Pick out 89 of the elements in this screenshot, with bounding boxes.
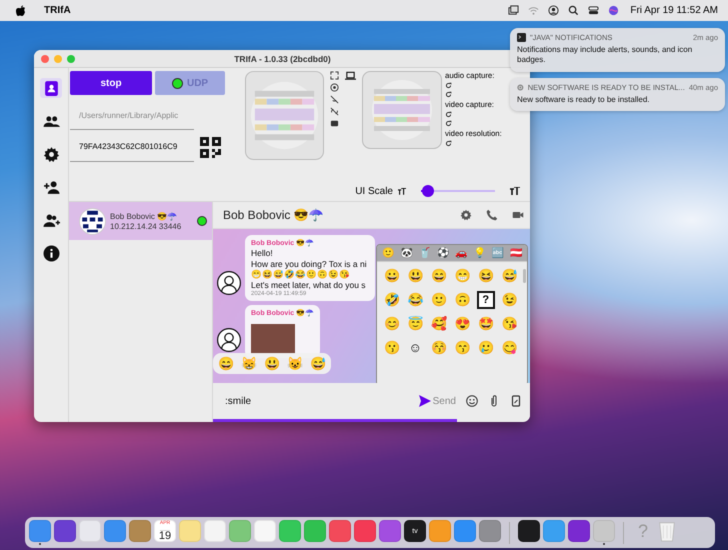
message-text: 😁😆😅🤣😂🙂🙃😉😘	[251, 269, 351, 280]
emoji-category-tab[interactable]: 🥤	[418, 247, 431, 259]
emoji-option[interactable]: 😗	[384, 339, 400, 357]
emoji-option[interactable]: ☺	[408, 339, 422, 357]
contact-address: 10.212.14.24 33446	[110, 222, 182, 230]
window-title: TRIfA - 1.0.33 (2bcdbd0)	[233, 54, 332, 64]
stop-button[interactable]: stop	[70, 71, 152, 95]
profile-icon	[42, 80, 60, 96]
photo-placeholder	[251, 324, 295, 354]
small-text-size-icon	[398, 188, 406, 194]
qr-code-icon[interactable]	[200, 136, 221, 158]
emoji-option[interactable]: 🙂	[430, 291, 447, 309]
phone-icon[interactable]	[486, 209, 498, 221]
video-camera-icon[interactable]	[512, 209, 524, 221]
app-menu-title[interactable]: TRIfA	[44, 5, 71, 16]
gear-icon	[517, 82, 524, 92]
settings-icon	[42, 146, 60, 162]
message-text: How are you doing? Tox is a ni	[251, 258, 368, 270]
message-text: Let's meet later, what do you s	[251, 280, 367, 290]
emoji-option[interactable]: 😘	[501, 315, 518, 333]
emoji-option[interactable]: 🥰	[430, 315, 447, 333]
emoji-category-tab[interactable]: 🐼	[400, 247, 412, 259]
windows-icon[interactable]	[508, 5, 520, 16]
message-text: Hello!	[251, 248, 274, 259]
emoji-option[interactable]: 😍	[454, 315, 470, 333]
emoji-option[interactable]: 🤩	[478, 315, 494, 333]
fullscreen-icon[interactable]	[330, 71, 339, 80]
app-icon[interactable]	[568, 520, 590, 542]
menu-bar-clock[interactable]: Fri Apr 19 11:52 AM	[630, 5, 718, 16]
emoji-option[interactable]: 😊	[384, 315, 400, 333]
app-icon[interactable]	[518, 520, 540, 542]
tox-id-field[interactable]: 79FA42343C62C801016C9	[70, 132, 194, 162]
nav-tab[interactable]	[40, 78, 62, 98]
emoji-category-tab[interactable]: 🙂	[382, 247, 394, 259]
apple-icon[interactable]	[16, 4, 26, 16]
app-icon[interactable]	[54, 520, 76, 542]
ui-scale-label: UI Scale	[355, 186, 393, 196]
contact-list-item[interactable]: Bob Bobovic 😎☂ 10.212.14.24 33446	[69, 202, 212, 240]
refresh-icon[interactable]	[445, 140, 452, 147]
emoji-category-tab[interactable]: 🇦🇹	[510, 247, 522, 259]
search-icon[interactable]	[568, 5, 580, 16]
emoji-option[interactable]: 😁	[454, 267, 470, 285]
help-icon[interactable]: ?	[632, 520, 654, 542]
emoji-option[interactable]: 😄	[430, 267, 447, 285]
emoji-category-tab[interactable]: 💡	[473, 247, 486, 259]
add-group-icon	[42, 212, 60, 228]
emoji-option[interactable]: 😃	[407, 267, 424, 285]
file-icon[interactable]	[510, 395, 522, 407]
emoji-option[interactable]: 😋	[501, 339, 518, 357]
emoji-option[interactable]: 😅	[501, 267, 518, 285]
avatar-silhouette	[217, 328, 241, 352]
emoji-suggestion[interactable]: 😸	[241, 356, 257, 371]
emoji-option[interactable]: 🥲	[478, 339, 494, 357]
add-person-icon	[42, 178, 60, 196]
info-icon	[42, 244, 60, 262]
emoji-category-tab[interactable]: ⚽	[436, 247, 449, 259]
send-button[interactable]: Send	[418, 395, 456, 407]
path-field[interactable]: /Users/runner/Library/Applic	[70, 101, 194, 130]
user-icon[interactable]	[548, 5, 560, 16]
emoji-option[interactable]: 😙	[454, 339, 470, 357]
emoji-suggestion[interactable]: 😺	[287, 356, 303, 371]
identicon-avatar	[79, 208, 106, 234]
terminal-icon	[517, 33, 526, 42]
laptop-icon[interactable]	[345, 71, 356, 81]
emoji-option[interactable]: 😇	[407, 315, 424, 333]
emoji-option[interactable]: 😉	[501, 291, 518, 309]
large-text-size-icon	[510, 187, 520, 195]
emoji-option[interactable]: 😆	[478, 267, 494, 285]
emoji-option[interactable]: 😚	[430, 339, 447, 357]
emoji-suggestion[interactable]: 😅	[310, 356, 326, 371]
emoji-suggestion[interactable]: 😄	[218, 356, 234, 371]
emoji-option[interactable]: 😂	[407, 291, 424, 309]
siri-icon[interactable]	[608, 5, 620, 16]
notification-text: New software is ready to be installed.	[517, 94, 651, 106]
emoji-option[interactable]: 🤣	[384, 291, 400, 309]
emoji-icon[interactable]	[466, 395, 478, 407]
message-input[interactable]: :smile	[223, 394, 409, 408]
notification-text: Notifications may include alerts, sounds, and icon badges.	[517, 45, 694, 66]
contact-name: Bob Bobovic 😎☂	[110, 212, 178, 220]
settings-icon[interactable]	[460, 209, 472, 221]
control-center-icon[interactable]	[588, 5, 600, 16]
chat-title: Bob Bobovic 😎☂	[223, 208, 324, 222]
emoji-option[interactable]: 😀	[384, 267, 400, 285]
emoji-category-tab[interactable]: 🔤	[492, 247, 504, 259]
avatar-silhouette	[217, 270, 241, 294]
emoji-option[interactable]: 🙃	[454, 291, 470, 309]
emoji-suggestion[interactable]: 😃	[264, 356, 280, 371]
emoji-category-tab[interactable]: 🚗	[455, 247, 468, 259]
send-icon	[418, 395, 431, 407]
